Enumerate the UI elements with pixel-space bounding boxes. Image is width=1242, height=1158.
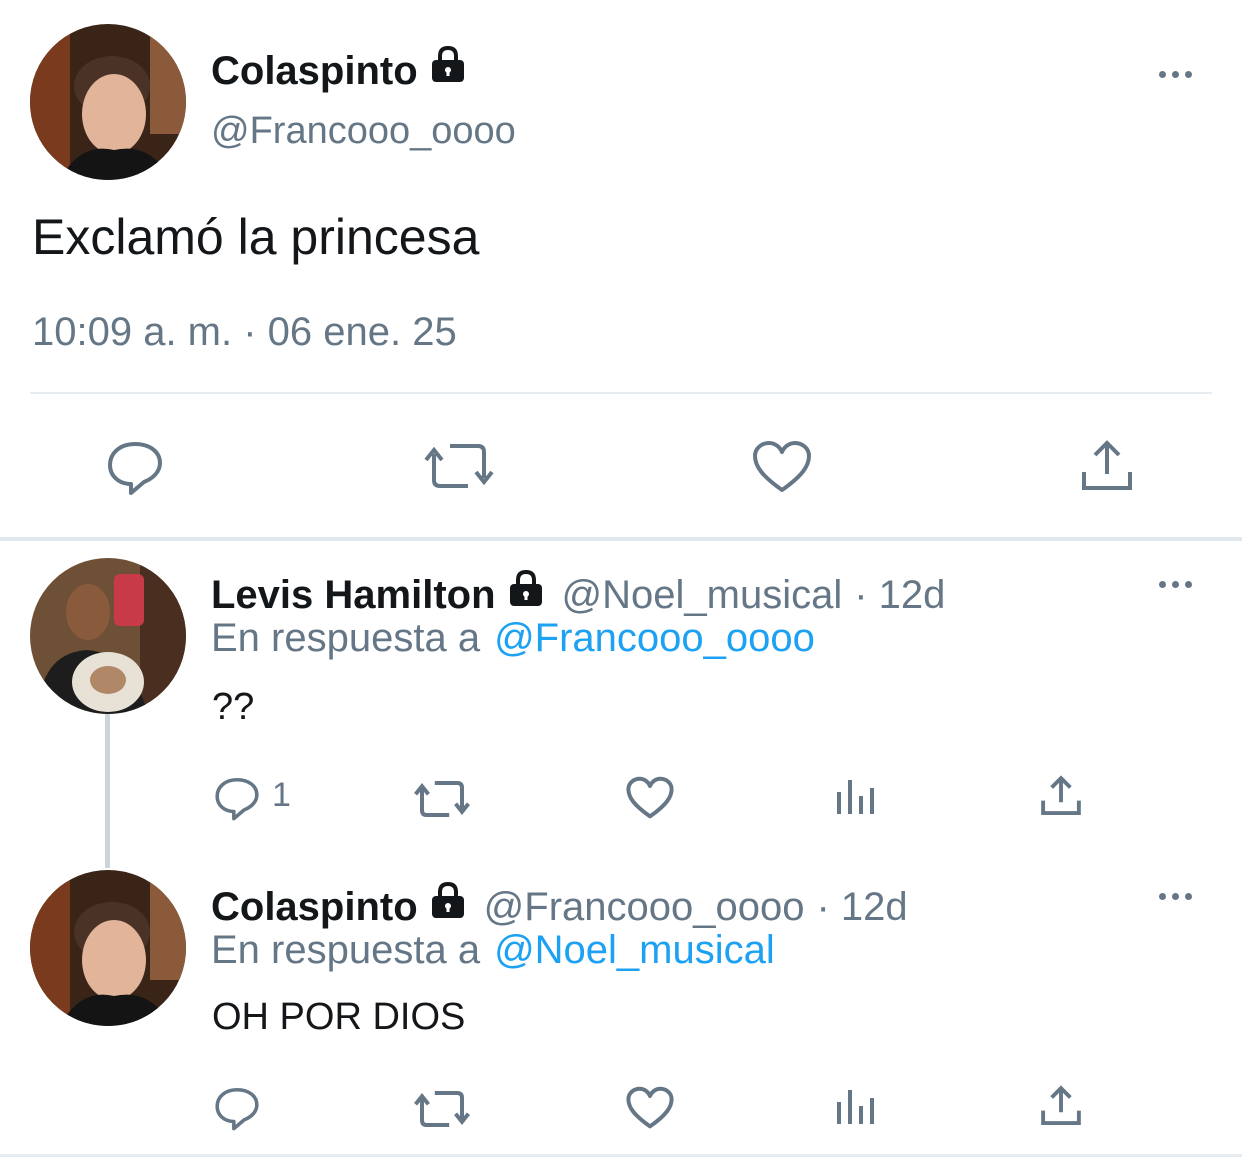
reply-2-text: OH POR DIOS — [212, 996, 466, 1038]
reply-2-reply-to[interactable]: @Noel_musical — [494, 928, 775, 973]
main-author-row: Colaspinto — [211, 44, 468, 94]
reply-2-reply-prefix: En respuesta a — [211, 928, 481, 972]
lock-icon — [506, 568, 546, 618]
reply-1-context: En respuesta a @Francooo_oooo — [211, 616, 815, 661]
reply-1-text: ?? — [212, 686, 255, 728]
share-icon[interactable] — [1080, 438, 1134, 494]
main-author-avatar[interactable] — [30, 24, 186, 180]
reply-1-age: · 12d — [854, 573, 946, 617]
reply-icon[interactable] — [214, 1085, 260, 1131]
reply-1-reply-to[interactable]: @Francooo_oooo — [494, 616, 815, 661]
reply-2-header: Colaspinto @Francooo_oooo · 12d — [211, 880, 908, 930]
reply-2-author-name[interactable]: Colaspinto — [211, 885, 418, 930]
share-icon[interactable] — [1040, 774, 1082, 818]
reply-2-avatar[interactable] — [30, 870, 186, 1026]
reply-1-header: Levis Hamilton @Noel_musical · 12d — [211, 568, 945, 618]
reply-1-avatar[interactable] — [30, 558, 186, 714]
section-divider — [0, 537, 1242, 541]
divider — [30, 392, 1212, 394]
main-tweet-timestamp[interactable]: 10:09 a. m. · 06 ene. 25 — [32, 310, 457, 355]
like-icon[interactable] — [626, 776, 674, 820]
lock-icon — [428, 44, 468, 89]
reply-2-author-handle[interactable]: @Francooo_oooo — [484, 885, 805, 930]
analytics-icon[interactable] — [836, 1086, 876, 1126]
lock-icon — [428, 880, 468, 930]
more-icon[interactable] — [1159, 581, 1192, 588]
thread-line — [105, 714, 110, 868]
reply-1-author-name[interactable]: Levis Hamilton — [211, 573, 496, 618]
reply-icon[interactable] — [106, 438, 164, 496]
reply-2-age: · 12d — [816, 885, 908, 929]
more-icon[interactable] — [1159, 893, 1192, 900]
reply-icon[interactable] — [214, 775, 260, 821]
bottom-divider — [0, 1154, 1242, 1157]
share-icon[interactable] — [1040, 1084, 1082, 1128]
like-icon[interactable] — [752, 440, 812, 494]
retweet-icon[interactable] — [414, 1088, 470, 1130]
retweet-icon[interactable] — [424, 440, 494, 492]
main-tweet-text: Exclamó la princesa — [32, 209, 480, 265]
reply-2-context: En respuesta a @Noel_musical — [211, 928, 775, 973]
reply-1-author-handle[interactable]: @Noel_musical — [562, 573, 843, 618]
retweet-icon[interactable] — [414, 778, 470, 820]
reply-1-reply-prefix: En respuesta a — [211, 616, 481, 660]
reply-1-reply-count: 1 — [272, 776, 291, 814]
main-author-handle[interactable]: @Francooo_oooo — [211, 110, 516, 153]
main-author-name[interactable]: Colaspinto — [211, 49, 418, 94]
analytics-icon[interactable] — [836, 776, 876, 816]
more-icon[interactable] — [1159, 71, 1192, 78]
like-icon[interactable] — [626, 1086, 674, 1130]
